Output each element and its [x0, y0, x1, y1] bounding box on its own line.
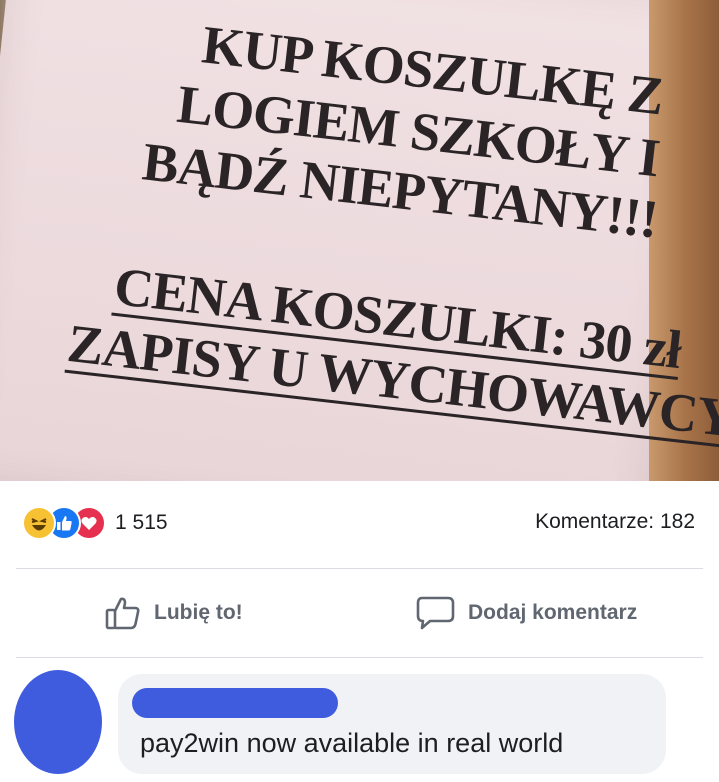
reaction-count: 1 515: [115, 511, 168, 534]
comment-button-label: Dodaj komentarz: [468, 601, 638, 624]
commenter-name-redacted: [132, 688, 338, 718]
speech-bubble-icon: [416, 596, 455, 630]
avatar[interactable]: [14, 670, 102, 774]
like-button-label: Lubię to!: [154, 601, 243, 624]
divider: [16, 657, 703, 658]
comments-count-link[interactable]: Komentarze: 182: [535, 510, 695, 534]
haha-icon: [22, 506, 56, 540]
comment-bubble[interactable]: pay2win now available in real world: [118, 674, 666, 774]
comment-button[interactable]: Dodaj komentarz: [414, 590, 637, 636]
thumbs-up-icon: [105, 597, 140, 630]
post-photo[interactable]: KUP KOSZULKĘ Z LOGIEM SZKOŁY I BĄDŹ NIEP…: [0, 0, 719, 481]
like-button[interactable]: Lubię to!: [104, 590, 243, 636]
reactions-summary[interactable]: 1 515: [22, 505, 168, 541]
comment-text: pay2win now available in real world: [140, 728, 564, 758]
divider: [16, 568, 703, 569]
